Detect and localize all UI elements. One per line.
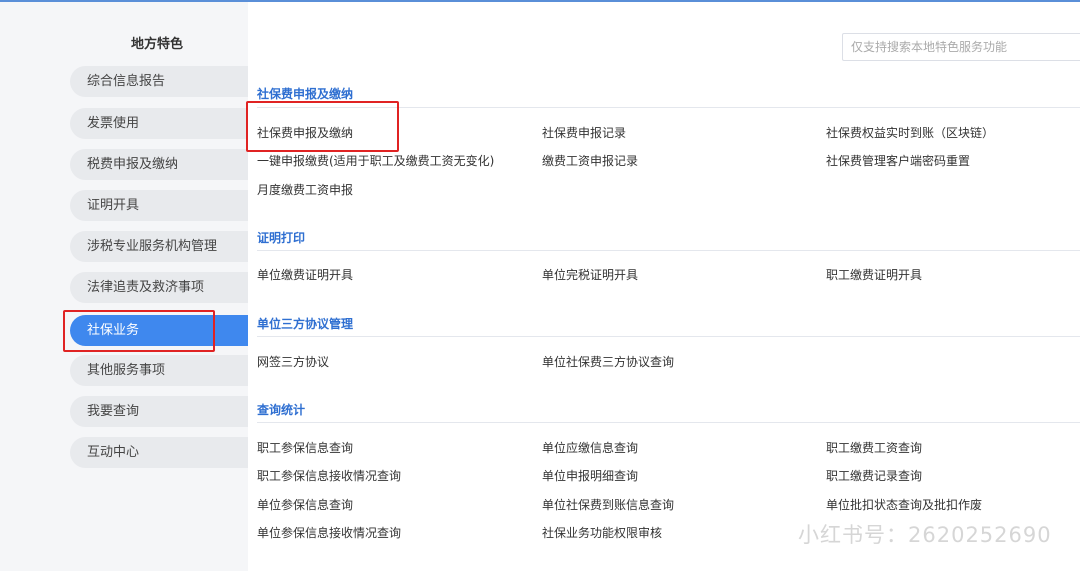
search-input[interactable]	[842, 33, 1080, 61]
sidebar-item-comprehensive-report[interactable]: 综合信息报告	[70, 66, 248, 97]
sidebar: 地方特色 综合信息报告 发票使用 税费申报及缴纳 证明开具 涉税专业服务机构管理…	[0, 2, 248, 571]
link-social-fee-records[interactable]: 社保费申报记录	[542, 124, 626, 141]
link-employee-insured-info[interactable]: 职工参保信息查询	[257, 439, 353, 456]
sidebar-item-tax-agency[interactable]: 涉税专业服务机构管理	[70, 231, 248, 262]
section-divider	[257, 336, 1080, 337]
link-employee-insured-receipt[interactable]: 职工参保信息接收情况查询	[257, 467, 401, 484]
link-employee-payment-certificate[interactable]: 职工缴费证明开具	[826, 266, 922, 283]
link-unit-arrival-info[interactable]: 单位社保费到账信息查询	[542, 496, 674, 513]
link-social-fee-filing[interactable]: 社保费申报及缴纳	[257, 124, 353, 141]
link-batch-deduction-status[interactable]: 单位批扣状态查询及批扣作废	[826, 496, 982, 513]
link-unit-insured-info[interactable]: 单位参保信息查询	[257, 496, 353, 513]
link-employee-payment-records[interactable]: 职工缴费记录查询	[826, 467, 922, 484]
link-permission-review[interactable]: 社保业务功能权限审核	[542, 524, 662, 541]
link-unit-payable-info[interactable]: 单位应缴信息查询	[542, 439, 638, 456]
section-title-query-stats: 查询统计	[257, 403, 306, 417]
sidebar-item-interaction[interactable]: 互动中心	[70, 437, 248, 468]
link-monthly-wage-filing[interactable]: 月度缴费工资申报	[257, 181, 353, 198]
link-unit-insured-receipt[interactable]: 单位参保信息接收情况查询	[257, 524, 401, 541]
sidebar-item-other-services[interactable]: 其他服务事项	[70, 355, 248, 386]
sidebar-item-legal[interactable]: 法律追责及救济事项	[70, 272, 248, 303]
watermark: 小红书号：2620252690	[798, 523, 1052, 547]
link-unit-filing-details[interactable]: 单位申报明细查询	[542, 467, 638, 484]
link-client-password-reset[interactable]: 社保费管理客户端密码重置	[826, 152, 970, 169]
link-one-click-filing[interactable]: 一键申报缴费(适用于职工及缴费工资无变化)	[257, 152, 494, 169]
section-title-certificate-print: 证明打印	[257, 231, 306, 245]
link-online-tripartite[interactable]: 网签三方协议	[257, 353, 329, 370]
section-divider	[257, 422, 1080, 423]
sidebar-item-invoice[interactable]: 发票使用	[70, 108, 248, 139]
link-wage-filing-records[interactable]: 缴费工资申报记录	[542, 152, 638, 169]
section-title-tripartite: 单位三方协议管理	[257, 317, 354, 331]
sidebar-title: 地方特色	[130, 37, 183, 52]
link-employee-wage-query[interactable]: 职工缴费工资查询	[826, 439, 922, 456]
sidebar-item-query[interactable]: 我要查询	[70, 396, 248, 427]
link-unit-tax-certificate[interactable]: 单位完税证明开具	[542, 266, 638, 283]
link-unit-payment-certificate[interactable]: 单位缴费证明开具	[257, 266, 353, 283]
sidebar-item-social-security[interactable]: 社保业务	[70, 315, 248, 346]
section-title-social-fee: 社保费申报及缴纳	[257, 87, 354, 101]
link-realtime-arrival-blockchain[interactable]: 社保费权益实时到账（区块链）	[826, 124, 994, 141]
link-tripartite-query[interactable]: 单位社保费三方协议查询	[542, 353, 674, 370]
section-divider	[257, 250, 1080, 251]
sidebar-item-tax-filing[interactable]: 税费申报及缴纳	[70, 149, 248, 180]
sidebar-item-certificate[interactable]: 证明开具	[70, 190, 248, 221]
section-divider	[257, 107, 1080, 108]
